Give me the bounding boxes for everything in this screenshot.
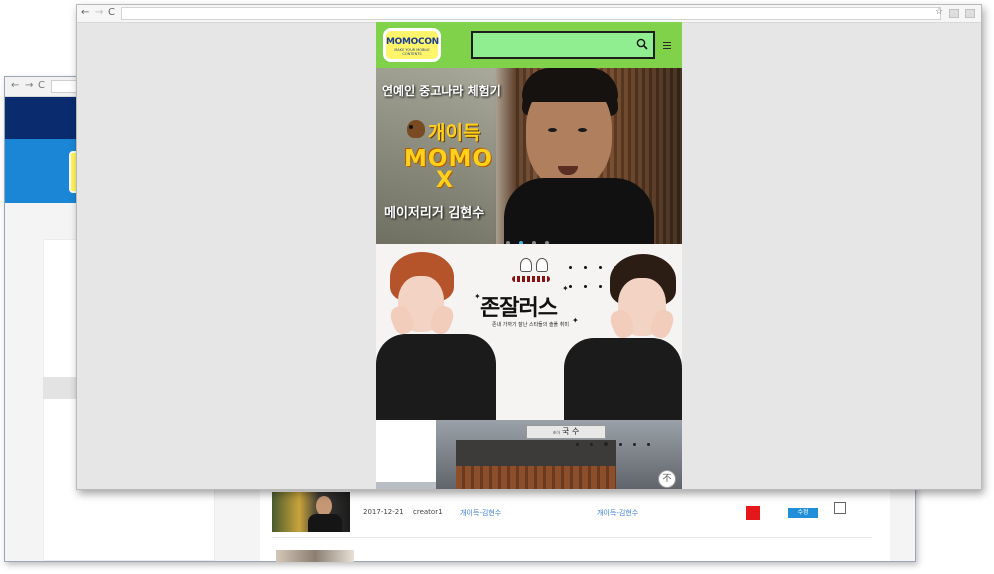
- logo-text: MOMOCON: [386, 37, 439, 47]
- banner-slide-jonjalleoseu[interactable]: ✦ ✦ ✦ 존잘러스 존내 가까기 잘난 스타들의 솔플 취미: [376, 244, 682, 420]
- thumbnail-face: [316, 496, 332, 516]
- banner-slide-gaeideuk[interactable]: 연예인 중고나라 체험기 개이득 MOMO X 메이저리거 김현수: [376, 68, 682, 244]
- momocon-logo[interactable]: MOMOCON MAKE YOUR MOBILE CONTENTS: [383, 28, 441, 62]
- person-eye: [578, 128, 587, 132]
- back-arrow-icon[interactable]: ←: [81, 7, 89, 18]
- extension-icon[interactable]: [949, 9, 959, 18]
- reload-icon[interactable]: C: [38, 80, 45, 91]
- search-input[interactable]: [477, 36, 627, 54]
- pagination-dot[interactable]: [576, 443, 579, 446]
- forward-arrow-icon[interactable]: →: [95, 7, 103, 18]
- search-box: [471, 31, 655, 59]
- row-status-square: [746, 506, 760, 520]
- decor-wave: [512, 276, 550, 282]
- pagination-dot[interactable]: [619, 443, 623, 446]
- forward-arrow-icon[interactable]: →: [25, 80, 33, 91]
- back-arrow-icon[interactable]: ←: [11, 80, 19, 91]
- pagination-dot-active[interactable]: [604, 442, 609, 446]
- desktop-stage: ← → C 2017-12-21 creator1 개이득-김현수 개이득-김현…: [0, 0, 994, 574]
- slide-subtitle: 존내 가까기 잘난 스타들의 솔플 취미: [492, 322, 569, 328]
- pagination-dot[interactable]: [599, 266, 603, 269]
- row-edit-button[interactable]: 수정: [788, 508, 818, 518]
- browser-toolbar: ← → C ☆: [77, 5, 981, 23]
- reader-icon[interactable]: [965, 9, 975, 18]
- slide-title: 연예인 중고나라 체험기: [382, 84, 501, 98]
- row-thumbnail-next[interactable]: [276, 550, 354, 562]
- mobile-header: MOMOCON MAKE YOUR MOBILE CONTENTS: [376, 22, 682, 68]
- banner-slide-guksu[interactable]: 초아 국 수 不: [376, 420, 682, 489]
- address-bar[interactable]: [121, 7, 941, 20]
- pagination-dot[interactable]: [584, 266, 588, 269]
- pagination-dot[interactable]: [599, 285, 603, 288]
- left-person-body: [376, 334, 496, 420]
- table-row: 2017-12-21 creator1 개이득-김현수 개이득-김현수 수정: [272, 492, 872, 538]
- row-date: 2017-12-21: [363, 508, 404, 516]
- row-checkbox[interactable]: [834, 502, 846, 514]
- search-icon: [636, 38, 648, 50]
- pagination-dot[interactable]: [647, 443, 651, 446]
- right-person-body: [564, 338, 682, 420]
- x-logo-text: X: [436, 168, 453, 193]
- reload-icon[interactable]: C: [108, 7, 115, 18]
- person-hair-top: [522, 68, 618, 102]
- pagination-dot[interactable]: [584, 285, 588, 288]
- mini-character-icon: [520, 258, 532, 272]
- slide-pagination: [576, 431, 656, 450]
- search-button[interactable]: [633, 36, 651, 54]
- foreground-browser-window: ← → C ☆ MOMOCON MAKE YOUR MOBILE CONTENT…: [76, 4, 982, 490]
- pagination-dot[interactable]: [590, 443, 594, 446]
- slide-caption: 메이저리거 김현수: [384, 206, 485, 221]
- pagination-dot[interactable]: [569, 266, 572, 269]
- scroll-to-top-button[interactable]: 不: [658, 470, 676, 488]
- bookmark-star-icon[interactable]: ☆: [935, 7, 943, 17]
- row-content-link[interactable]: 개이득-김현수: [597, 508, 638, 518]
- show-logo-text: 개이득: [428, 122, 481, 144]
- slide-title: 존잘러스: [480, 295, 558, 321]
- dog-mascot-icon: [407, 120, 425, 138]
- row-title-link[interactable]: 개이득-김현수: [460, 508, 501, 518]
- pagination-dot[interactable]: [569, 285, 572, 288]
- slide-blank-area: [376, 420, 436, 482]
- thumbnail-body: [308, 514, 342, 532]
- mobile-viewport: MOMOCON MAKE YOUR MOBILE CONTENTS 연예인 중고…: [376, 22, 682, 489]
- row-creator: creator1: [413, 508, 443, 516]
- mini-character-icon: [536, 258, 548, 272]
- sparkle-icon: ✦: [562, 284, 569, 293]
- person-eye: [548, 128, 557, 132]
- shop-sign-small: 초아: [552, 430, 561, 435]
- pagination-dot[interactable]: [633, 443, 637, 446]
- logo-tagline: MAKE YOUR MOBILE CONTENTS: [394, 48, 430, 56]
- hamburger-menu-icon[interactable]: [663, 38, 675, 52]
- row-thumbnail[interactable]: [272, 492, 350, 532]
- shop-counter: [456, 466, 616, 489]
- slide-pagination: [506, 230, 553, 244]
- sparkle-icon: ✦: [572, 316, 579, 325]
